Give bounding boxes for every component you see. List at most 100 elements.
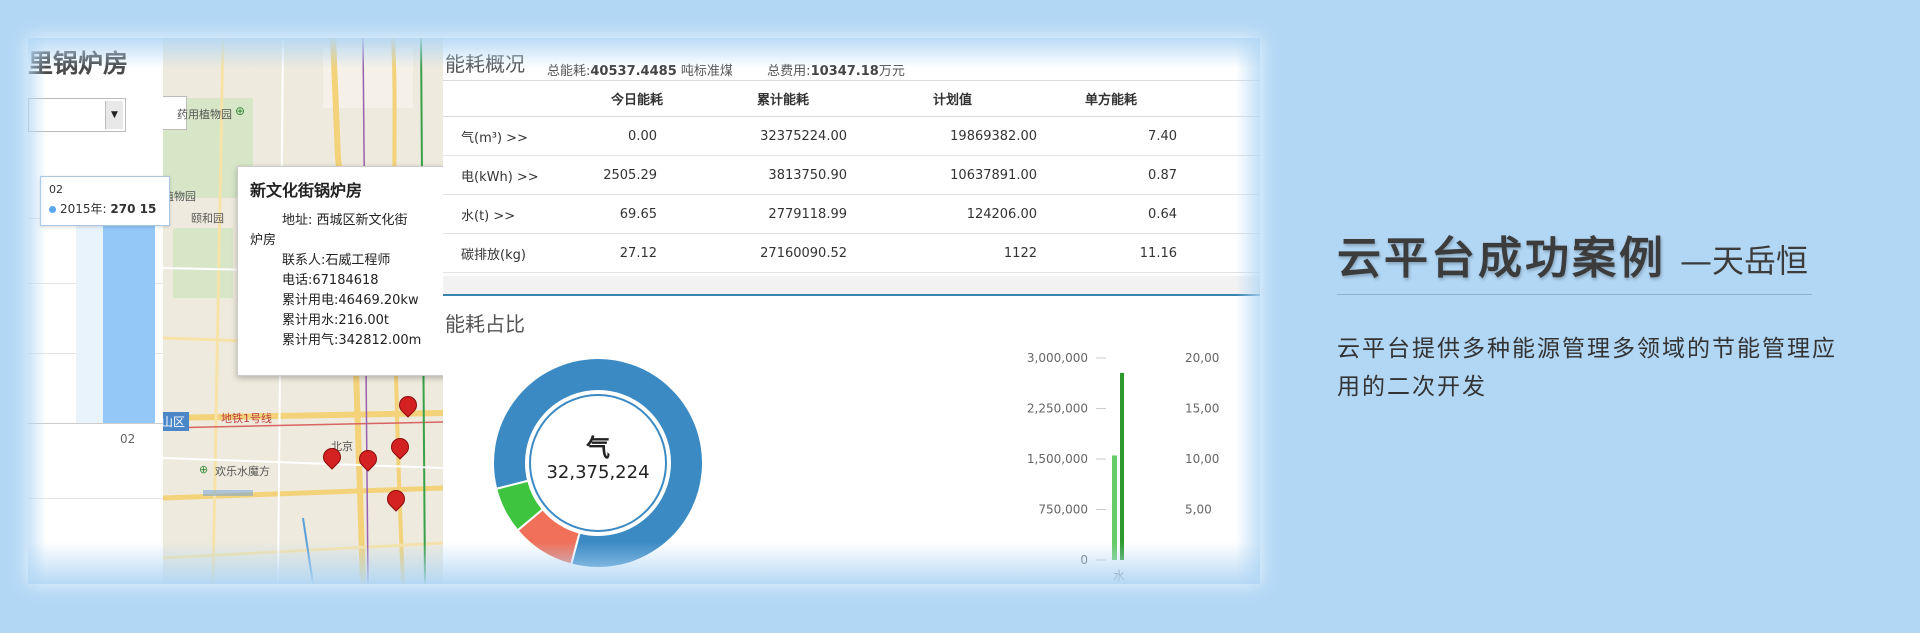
map-label-metro: 地铁1号线 (221, 412, 272, 425)
cell-extra (1193, 233, 1260, 273)
app-screenshot: 里锅炉房 ▼ 02 2015年: 270 15 02 药用植物园 ⊕ 植物园 颐… (28, 38, 1260, 584)
tooltip-header: 02 (49, 183, 63, 196)
x-category-label: 水 (1113, 569, 1125, 583)
cell-extra (1193, 155, 1260, 195)
period-select[interactable]: ▼ (28, 98, 126, 132)
promo-headline-sub: —天岳恒 (1680, 242, 1809, 280)
tooltip-series: 2015年: 270 15 (49, 200, 161, 217)
tree-icon: ⊕ (235, 104, 246, 118)
y-tick-right: 20,00 (1185, 351, 1219, 365)
y-tick-left: 750,000 (1038, 503, 1088, 517)
promo-description: 云平台提供多种能源管理多领域的节能管理应用的二次开发 (1337, 336, 1837, 400)
bar-series-1[interactable] (1112, 455, 1117, 560)
total-energy-label: 总能耗: (547, 64, 591, 79)
energy-bar-chart: 3,000,000 2,250,000 1,500,000 750,000 0 20,00… (1027, 351, 1219, 583)
popup-contact: 联系人:石威工程师 (282, 253, 391, 268)
popup-title: 新文化街锅炉房 (250, 181, 363, 200)
map-label-botanic: 药用植物园 (177, 108, 232, 121)
headline-rule (1337, 294, 1812, 295)
district-label: 山区 (163, 412, 190, 431)
cell-extra (1193, 194, 1260, 234)
y-tick-right: 10,00 (1185, 452, 1219, 466)
chevron-down-icon[interactable]: ▼ (105, 101, 123, 129)
boiler-chart-panel: 里锅炉房 ▼ 02 2015年: 270 15 02 (28, 38, 170, 584)
promo-headline: 云平台成功案例 (1337, 233, 1666, 284)
total-cost-label: 总费用: (767, 64, 811, 79)
popup-elec: 累计用电:46469.20kw (282, 293, 419, 308)
poi-icon: ⊕ (199, 463, 209, 476)
y-tick-right: 5,00 (1185, 503, 1212, 517)
total-cost-value: 10347.18 (810, 64, 879, 79)
table-row: 碳排放(kg) 27.12 27160090.52 1122 11.16 (443, 233, 1260, 273)
cell-today: 0.00 (553, 116, 673, 156)
popup-gas: 累计用气:342812.00m (282, 333, 422, 348)
table-row[interactable]: 水(t) >> 69.65 2779118.99 124206.00 0.64 (443, 194, 1260, 234)
chart-tooltip: 02 2015年: 270 15 (40, 176, 170, 226)
total-cost-unit: 万元 (878, 64, 905, 79)
cell-cumulative: 2779118.99 (673, 194, 863, 234)
column-header: 今日能耗 (553, 80, 673, 117)
row-label-gas[interactable]: 气(m³) >> (443, 116, 553, 156)
series-dot-icon (49, 206, 56, 213)
y-tick-right: 15,00 (1185, 402, 1219, 416)
column-header: 计划值 (863, 80, 1053, 117)
cell-per-unit: 0.64 (1053, 194, 1193, 234)
cell-cumulative: 3813750.90 (673, 155, 863, 195)
column-header: 今| (1193, 80, 1260, 117)
popup-address: 地址: 西城区新文化街 (282, 213, 408, 228)
overview-title: 能耗概况 (445, 52, 525, 76)
energy-table: 今日能耗 累计能耗 计划值 单方能耗 今| 气(m³) >> 0.00 3237… (443, 80, 1260, 273)
tooltip-series-label: 2015年: (60, 202, 107, 216)
x-axis-line (28, 423, 163, 424)
cell-plan: 1122 (863, 233, 1053, 273)
column-header (443, 80, 553, 117)
cell-extra (1193, 116, 1260, 156)
map-label-water-park: 欢乐水魔方 (215, 465, 270, 478)
popup-water: 累计用水:216.00t (282, 313, 389, 328)
table-header: 今日能耗 累计能耗 计划值 单方能耗 今| (443, 80, 1260, 117)
energy-donut-chart[interactable]: 气 32,375,224 (483, 348, 713, 578)
donut-center-value: 32,375,224 (546, 462, 650, 483)
column-header: 单方能耗 (1053, 80, 1193, 117)
cell-cumulative: 32375224.00 (673, 116, 863, 156)
cell-cumulative: 27160090.52 (673, 233, 863, 273)
cell-plan: 10637891.00 (863, 155, 1053, 195)
table-footer-band (443, 276, 1260, 294)
bar-2015[interactable] (103, 225, 155, 423)
cell-plan: 19869382.00 (863, 116, 1053, 156)
y-tick-left: 3,000,000 (1027, 351, 1088, 365)
tooltip-value: 270 15 (110, 202, 157, 216)
section-divider (443, 294, 1260, 296)
y-tick-left: 2,250,000 (1027, 402, 1088, 416)
table-row[interactable]: 电(kWh) >> 2505.29 3813750.90 10637891.00… (443, 155, 1260, 195)
cell-per-unit: 11.16 (1053, 233, 1193, 273)
map-label-summer-palace: 颐和园 (191, 212, 224, 225)
popup-address-tail: 炉房 (250, 233, 277, 248)
cell-today: 27.12 (553, 233, 673, 273)
cell-per-unit: 7.40 (1053, 116, 1193, 156)
x-tick-label: 02 (120, 432, 136, 446)
row-label-elec[interactable]: 电(kWh) >> (443, 155, 553, 195)
row-label-co2: 碳排放(kg) (443, 233, 553, 273)
cell-today: 2505.29 (553, 155, 673, 195)
overview-summary: 总能耗:40537.4485 吨标准煤 总费用:10347.18万元 (547, 60, 905, 79)
cell-per-unit: 0.87 (1053, 155, 1193, 195)
bar-series-0[interactable] (1120, 372, 1124, 560)
donut-center-name: 气 (586, 434, 610, 462)
cell-today: 69.65 (553, 194, 673, 234)
panel-title: 里锅炉房 (28, 49, 129, 78)
y-tick-left: 1,500,000 (1027, 452, 1088, 466)
y-tick-left: 0 (1080, 553, 1088, 567)
total-energy-value: 40537.4485 (590, 64, 677, 79)
table-row[interactable]: 气(m³) >> 0.00 32375224.00 19869382.00 7.… (443, 116, 1260, 156)
row-label-water[interactable]: 水(t) >> (443, 194, 553, 234)
ratio-title: 能耗占比 (445, 312, 525, 336)
energy-overview: 能耗概况 总能耗:40537.4485 吨标准煤 总费用:10347.18万元 … (443, 38, 1260, 584)
map-panel[interactable]: 药用植物园 ⊕ 植物园 颐和园 地铁1号线 北京 欢乐水魔方 ⊕ 山区 新文化街… (163, 38, 443, 584)
popup-phone: 电话:67184618 (282, 273, 379, 288)
cell-plan: 124206.00 (863, 194, 1053, 234)
column-header: 累计能耗 (673, 80, 863, 117)
boiler-info-popup: 新文化街锅炉房 地址: 西城区新文化街 炉房 联系人:石威工程师 电话:6718… (237, 166, 443, 376)
gridline (28, 498, 163, 499)
total-energy-unit: 吨标准煤 (676, 64, 733, 79)
